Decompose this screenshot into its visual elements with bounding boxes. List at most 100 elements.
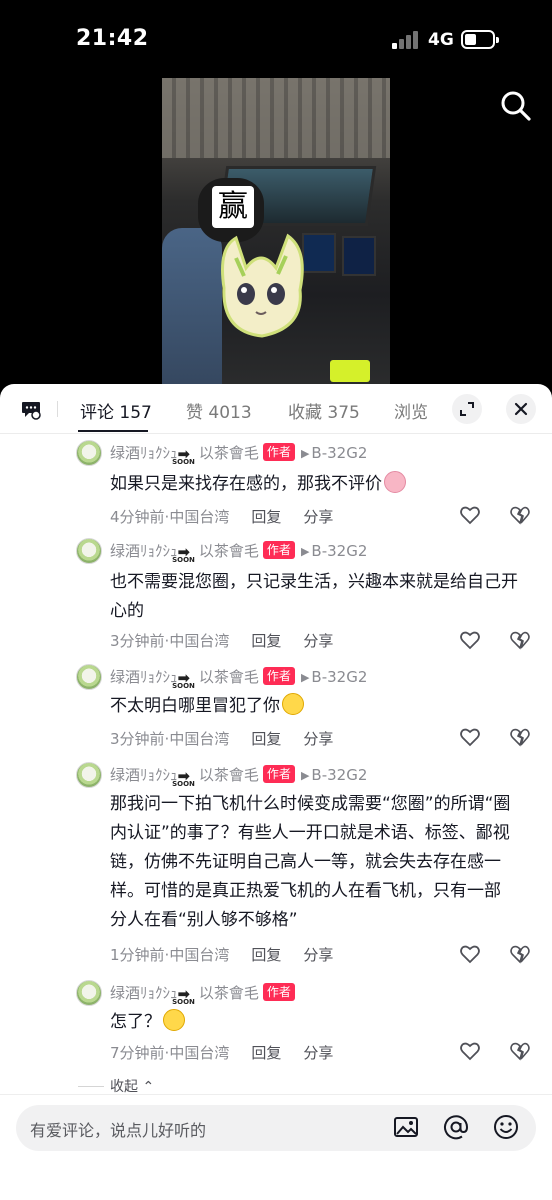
avatar[interactable] bbox=[76, 664, 102, 690]
comment-time: 3分钟前 bbox=[110, 632, 165, 650]
username-suffix[interactable]: 以茶會毛 bbox=[199, 668, 259, 686]
comment-text: 不太明白哪里冒犯了你 bbox=[110, 692, 530, 721]
tab-favorites[interactable]: 收藏 375 bbox=[288, 398, 360, 423]
comment-author-line: 绿酒ﾘｮｸｼｭ➡SOON 以茶會毛 作者 ▶ B-32G2 bbox=[110, 666, 367, 690]
reply-arrow-icon: ▶ bbox=[300, 447, 310, 460]
like-heart-icon[interactable] bbox=[459, 726, 481, 748]
video-player[interactable]: 赢 bbox=[162, 78, 390, 388]
dislike-broken-heart-icon[interactable] bbox=[509, 943, 531, 965]
comment-info: 4分钟前·中国台湾 回复 分享 bbox=[110, 508, 334, 526]
username[interactable]: 绿酒ﾘｮｸｼｭ bbox=[110, 542, 178, 560]
reply-button[interactable]: 回复 bbox=[251, 946, 281, 964]
author-badge: 作者 bbox=[262, 983, 295, 1001]
comment-location: 中国台湾 bbox=[169, 508, 230, 526]
reply-button[interactable]: 回复 bbox=[251, 1044, 281, 1062]
expand-button[interactable] bbox=[452, 394, 482, 424]
username-suffix[interactable]: 以茶會毛 bbox=[199, 444, 259, 462]
active-tab-indicator bbox=[78, 430, 148, 432]
comment-location: 中国台湾 bbox=[169, 1044, 230, 1062]
cockpit-display bbox=[302, 233, 336, 273]
comment-info: 3分钟前·中国台湾 回复 分享 bbox=[110, 632, 334, 650]
username[interactable]: 绿酒ﾘｮｸｼｭ bbox=[110, 766, 178, 784]
expand-icon bbox=[460, 402, 474, 416]
reply-button[interactable]: 回复 bbox=[251, 508, 281, 526]
comment-location: 中国台湾 bbox=[169, 946, 230, 964]
close-icon bbox=[514, 402, 528, 416]
username-suffix[interactable]: 以茶會毛 bbox=[199, 542, 259, 560]
soon-tag: SOON bbox=[172, 682, 195, 690]
username[interactable]: 绿酒ﾘｮｸｼｭ bbox=[110, 668, 178, 686]
comment-location: 中国台湾 bbox=[169, 730, 230, 748]
share-button[interactable]: 分享 bbox=[303, 730, 333, 748]
share-button[interactable]: 分享 bbox=[303, 946, 333, 964]
share-button[interactable]: 分享 bbox=[303, 508, 333, 526]
tab-likes[interactable]: 赞 4013 bbox=[186, 398, 252, 423]
avatar[interactable] bbox=[76, 538, 102, 564]
reply-target[interactable]: B-32G2 bbox=[311, 444, 367, 462]
grin-emoji-icon bbox=[282, 693, 304, 715]
close-button[interactable] bbox=[506, 394, 536, 424]
author-badge: 作者 bbox=[262, 541, 295, 559]
comment-input-bar: 有爱评论，说点儿好听的 bbox=[0, 1094, 552, 1200]
comment-input-placeholder: 有爱评论，说点儿好听的 bbox=[30, 1121, 207, 1140]
dislike-broken-heart-icon[interactable] bbox=[509, 726, 531, 748]
soon-tag: SOON bbox=[172, 780, 195, 788]
image-icon[interactable] bbox=[392, 1113, 420, 1141]
comment-location: 中国台湾 bbox=[169, 632, 230, 650]
reply-target[interactable]: B-32G2 bbox=[311, 668, 367, 686]
signal-icon bbox=[392, 31, 420, 49]
face-sticker: 赢 bbox=[212, 186, 254, 228]
comment-author-line: 绿酒ﾘｮｸｼｭ➡SOON 以茶會毛 作者 ▶ B-32G2 bbox=[110, 540, 367, 564]
comment-time: 1分钟前 bbox=[110, 946, 165, 964]
collapse-label: 收起 bbox=[110, 1079, 138, 1095]
search-icon[interactable] bbox=[500, 90, 532, 122]
comment-line: 心的 bbox=[110, 601, 144, 621]
comment-text: 怎了？ bbox=[110, 1008, 530, 1037]
comment-info: 3分钟前·中国台湾 回复 分享 bbox=[110, 730, 334, 748]
share-button[interactable]: 分享 bbox=[303, 1044, 333, 1062]
dislike-broken-heart-icon[interactable] bbox=[509, 504, 531, 526]
comment-line: 链，仿佛不先证明自己高人一等，就会失去存在感一 bbox=[110, 852, 501, 872]
share-button[interactable]: 分享 bbox=[303, 632, 333, 650]
username-suffix[interactable]: 以茶會毛 bbox=[199, 984, 259, 1002]
soon-tag: SOON bbox=[172, 458, 195, 466]
comment-info: 1分钟前·中国台湾 回复 分享 bbox=[110, 946, 334, 964]
network-type: 4G bbox=[428, 30, 454, 50]
emoji-smiley-icon[interactable] bbox=[492, 1113, 520, 1141]
reply-target[interactable]: B-32G2 bbox=[311, 766, 367, 784]
avatar[interactable] bbox=[76, 762, 102, 788]
comment-text: 如果只是来找存在感的，那我不评价 bbox=[110, 470, 530, 499]
reply-arrow-icon: ▶ bbox=[300, 671, 310, 684]
author-badge: 作者 bbox=[262, 667, 295, 685]
divider bbox=[57, 401, 58, 417]
tab-views[interactable]: 浏览 bbox=[394, 398, 428, 423]
mascot-head-icon bbox=[221, 233, 304, 338]
tab-comments[interactable]: 评论 157 bbox=[80, 398, 152, 423]
comment-input[interactable]: 有爱评论，说点儿好听的 bbox=[16, 1105, 536, 1151]
yellow-object bbox=[330, 360, 370, 382]
username-suffix[interactable]: 以茶會毛 bbox=[199, 766, 259, 784]
like-heart-icon[interactable] bbox=[459, 629, 481, 651]
collapse-replies-button[interactable]: 收起 ⌃ bbox=[78, 1076, 154, 1096]
avatar[interactable] bbox=[76, 440, 102, 466]
comment-author-line: 绿酒ﾘｮｸｼｭ➡SOON 以茶會毛 作者 bbox=[110, 982, 295, 1006]
dislike-broken-heart-icon[interactable] bbox=[509, 629, 531, 651]
reply-button[interactable]: 回复 bbox=[251, 632, 281, 650]
comment-time: 4分钟前 bbox=[110, 508, 165, 526]
mention-at-icon[interactable] bbox=[442, 1113, 470, 1141]
username[interactable]: 绿酒ﾘｮｸｼｭ bbox=[110, 984, 178, 1002]
reply-target[interactable]: B-32G2 bbox=[311, 542, 367, 560]
avatar[interactable] bbox=[76, 980, 102, 1006]
author-badge: 作者 bbox=[262, 765, 295, 783]
comment-line: 分人在看“别人够不够格” bbox=[110, 910, 298, 930]
like-heart-icon[interactable] bbox=[459, 943, 481, 965]
username[interactable]: 绿酒ﾘｮｸｼｭ bbox=[110, 444, 178, 462]
comment-author-line: 绿酒ﾘｮｸｼｭ➡SOON 以茶會毛 作者 ▶ B-32G2 bbox=[110, 764, 367, 788]
dislike-broken-heart-icon[interactable] bbox=[509, 1040, 531, 1062]
reply-button[interactable]: 回复 bbox=[251, 730, 281, 748]
like-heart-icon[interactable] bbox=[459, 1040, 481, 1062]
comment-line: 那我问一下拍飞机什么时候变成需要“您圈”的所谓“圈 bbox=[110, 794, 511, 814]
like-heart-icon[interactable] bbox=[459, 504, 481, 526]
status-bar: 21:42 4G bbox=[0, 0, 552, 80]
comment-line: 怎了？ bbox=[110, 1012, 161, 1032]
